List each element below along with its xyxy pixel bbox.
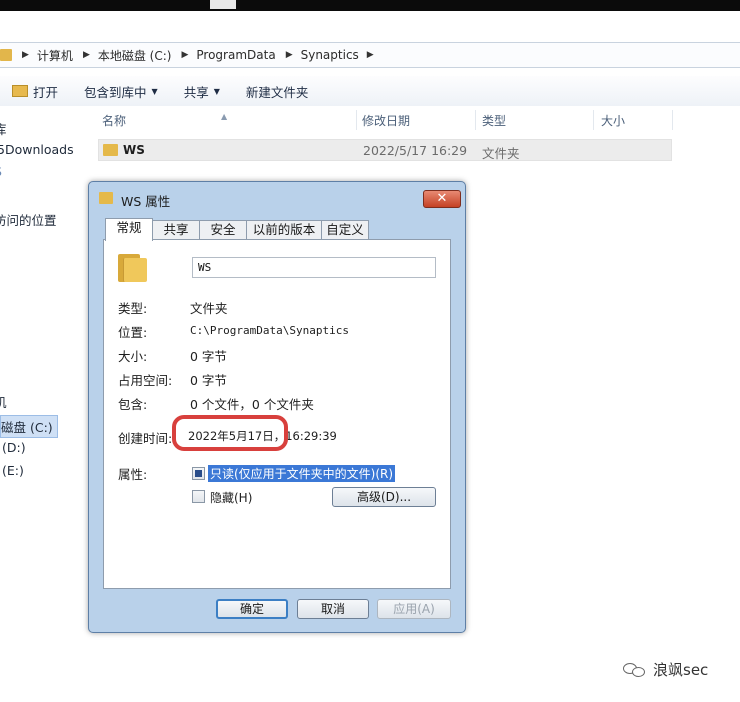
column-header-name[interactable]: 名称: [102, 112, 126, 129]
highlight-annotation: [172, 415, 288, 451]
apply-button[interactable]: 应用(A): [377, 599, 451, 619]
breadcrumb-label: ProgramData: [196, 48, 276, 62]
column-divider[interactable]: [672, 110, 673, 130]
top-bar-tab: [210, 0, 236, 9]
command-toolbar: 打开 包含到库中 ▼ 共享 ▼ 新建文件夹: [0, 76, 740, 106]
breadcrumb-programdata[interactable]: ▶ ProgramData: [181, 48, 275, 62]
address-bar[interactable]: ▶ 计算机 ▶ 本地磁盘 (C:) ▶ ProgramData ▶ Synaptics ▶: [0, 42, 740, 68]
nav-item-drive-d[interactable]: (D:): [2, 440, 26, 455]
location-label: 位置:: [118, 325, 148, 340]
chevron-right-icon: ▶: [181, 50, 189, 60]
chevron-right-icon: ▶: [82, 50, 90, 60]
file-modified: 2022/5/17 16:29: [363, 143, 468, 158]
chevron-right-icon: ▶: [22, 50, 29, 60]
attributes-label: 属性:: [118, 467, 148, 482]
breadcrumb-label: 本地磁盘 (C:): [97, 48, 172, 63]
divider: [116, 454, 438, 455]
cancel-button[interactable]: 取消: [297, 599, 369, 619]
folder-icon-front: [123, 258, 147, 282]
nav-item[interactable]: 库: [0, 119, 7, 138]
column-divider[interactable]: [475, 110, 476, 130]
size-value: 0 字节: [190, 349, 227, 364]
table-row[interactable]: WS 2022/5/17 16:29 文件夹: [98, 139, 672, 161]
close-icon: ✕: [436, 191, 448, 206]
screen-top-bar: [0, 0, 740, 11]
chevron-right-icon[interactable]: ▶: [367, 50, 374, 60]
readonly-label[interactable]: 只读(仅应用于文件夹中的文件)(R): [208, 465, 396, 482]
share-button[interactable]: 共享 ▼: [184, 82, 220, 101]
type-value: 文件夹: [190, 301, 228, 316]
share-label: 共享: [183, 84, 209, 100]
ok-button[interactable]: 确定: [216, 599, 288, 619]
watermark-text: 浪飒sec: [653, 661, 709, 679]
disk-size-label: 占用空间:: [118, 373, 173, 388]
contains-value: 0 个文件，0 个文件夹: [190, 397, 314, 412]
nav-item-drive-c[interactable]: 磁盘 (C:): [0, 415, 58, 438]
folder-name-input[interactable]: WS: [192, 257, 436, 278]
open-button[interactable]: 打开: [0, 82, 58, 101]
dialog-title: WS 属性: [121, 194, 171, 209]
column-header-modified[interactable]: 修改日期: [362, 112, 410, 129]
readonly-checkbox[interactable]: [192, 467, 205, 480]
nav-item[interactable]: S: [0, 164, 2, 179]
folder-icon: [118, 252, 148, 282]
column-divider[interactable]: [593, 110, 594, 130]
advanced-button[interactable]: 高级(D)...: [332, 487, 436, 507]
breadcrumb-label: Synaptics: [300, 48, 359, 62]
tab-previous-versions[interactable]: 以前的版本: [246, 220, 322, 240]
breadcrumb-label: 计算机: [36, 48, 73, 63]
tab-sharing[interactable]: 共享: [152, 220, 200, 240]
sort-arrow-icon: ▲: [221, 112, 228, 121]
file-type: 文件夹: [482, 146, 520, 161]
caret-down-icon: ▼: [213, 86, 220, 96]
file-name: WS: [123, 143, 145, 157]
size-label: 大小:: [118, 349, 148, 364]
tab-general[interactable]: 常规: [105, 218, 153, 241]
watermark: 浪飒sec: [623, 659, 708, 680]
folder-icon: [0, 49, 12, 61]
new-folder-label: 新建文件夹: [245, 84, 309, 100]
column-header-type[interactable]: 类型: [482, 112, 506, 129]
open-label: 打开: [33, 84, 59, 100]
breadcrumb-synaptics[interactable]: ▶ Synaptics ▶: [286, 48, 382, 62]
column-header-size[interactable]: 大小: [601, 112, 625, 129]
chevron-right-icon: ▶: [285, 50, 293, 60]
navigation-pane: 库 5Downloads S 访问的位置 机 磁盘 (C:) (D:) (E:): [0, 110, 84, 490]
tab-customize[interactable]: 自定义: [321, 220, 369, 240]
open-folder-icon: [12, 85, 28, 97]
type-label: 类型:: [118, 301, 148, 316]
hidden-checkbox[interactable]: [192, 490, 205, 503]
wechat-icon: [623, 661, 647, 679]
column-divider[interactable]: [356, 110, 357, 130]
folder-icon: [103, 144, 118, 156]
disk-size-value: 0 字节: [190, 373, 227, 388]
nav-item-drive-e[interactable]: (E:): [2, 463, 24, 478]
close-button[interactable]: ✕: [423, 190, 461, 208]
properties-dialog: WS 属性 ✕ 常规 共享 安全 以前的版本 自定义 WS 类型: 文件夹 位置…: [88, 181, 466, 633]
caret-down-icon: ▼: [151, 86, 158, 96]
include-library-button[interactable]: 包含到库中 ▼: [84, 82, 158, 101]
hidden-label[interactable]: 隐藏(H): [210, 489, 252, 506]
nav-item-computer[interactable]: 机: [0, 392, 7, 411]
location-value: C:\ProgramData\Synaptics: [190, 324, 349, 337]
include-library-label: 包含到库中: [84, 84, 147, 100]
nav-item-recent-places[interactable]: 访问的位置: [0, 210, 57, 229]
breadcrumb-computer[interactable]: ▶ 计算机: [22, 47, 73, 64]
column-headers: ▲ 名称 修改日期 类型 大小: [0, 108, 740, 130]
created-label: 创建时间:: [118, 431, 173, 446]
general-tab-panel: WS 类型: 文件夹 位置: C:\ProgramData\Synaptics …: [103, 239, 451, 589]
contains-label: 包含:: [118, 397, 148, 412]
nav-item-downloads[interactable]: 5Downloads: [0, 142, 74, 157]
divider: [116, 288, 438, 289]
new-folder-button[interactable]: 新建文件夹: [246, 82, 309, 101]
breadcrumb-drive-c[interactable]: ▶ 本地磁盘 (C:): [83, 47, 172, 64]
chat-bubble-shape: [632, 666, 645, 677]
folder-icon: [99, 192, 113, 204]
tab-security[interactable]: 安全: [199, 220, 247, 240]
